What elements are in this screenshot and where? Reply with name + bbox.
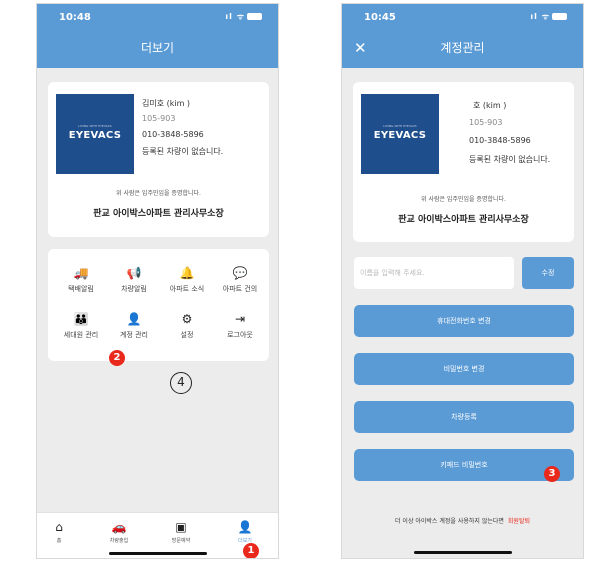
bell-icon: 🔔 [179,266,195,280]
user-icon: 👤 [237,520,253,534]
management-office: 판교 아이박스아파트 관리사무소장 [93,209,224,219]
bottom-tab-bar: ⌂ 홈 🚗 차량출입 ▣ 방문예약 👤 더보기 1 [37,512,278,558]
resident-name: 김미호 (kim ) [142,99,191,108]
menu-vehicle-alert[interactable]: 📢 차량알림 [109,265,159,294]
status-bar: 10:48 ıl ᯤ [37,4,278,28]
gear-icon: ⚙ [181,312,193,326]
tab-more[interactable]: 👤 더보기 [223,519,267,544]
menu-apartment-suggestion[interactable]: 💬 아파트 건의 [215,265,265,294]
menu-household-members[interactable]: 👪 세대원 관리 [56,311,106,340]
home-indicator [109,552,207,555]
home-indicator [414,551,512,554]
vehicle-status: 등록된 차량이 없습니다. [142,147,224,156]
battery-icon [552,13,567,20]
home-icon: ⌂ [55,520,63,534]
change-password-button[interactable]: 비밀번호 변경 [354,353,574,385]
resident-phone: 010-3848-5896 [142,130,204,139]
resident-unit: 105-903 [142,114,176,123]
withdraw-link[interactable]: 회원탈퇴 [508,518,530,525]
menu-settings[interactable]: ⚙ 설정 [162,311,212,340]
resident-id-card: LIVING WITH EYEVACS EYEVACS 김미호 (kim ) 1… [48,82,269,237]
resident-phone: 010-3848-5896 [469,136,531,145]
menu-delivery-alert[interactable]: 🚚 택배알림 [56,265,106,294]
user-gear-icon: 👤 [126,312,142,326]
calendar-icon: ▣ [175,520,187,534]
step-marker-2: 2 [109,350,125,366]
nav-bar: ✕ 계정관리 [342,28,583,68]
signal-wifi-icon: ıl ᯤ [225,11,262,22]
step-marker-4: 4 [170,372,192,394]
phone-more-screen: 10:48 ıl ᯤ 더보기 LIVING WITH EYEVACS EYEVA… [36,3,279,559]
step-marker-3: 3 [544,466,560,482]
step-marker-1: 1 [243,543,259,558]
status-time: 10:48 [59,12,91,23]
name-input-wrapper [354,257,514,289]
tab-vehicle-access[interactable]: 🚗 차량출입 [97,519,141,544]
eyevacs-logo: LIVING WITH EYEVACS EYEVACS [361,94,439,174]
family-icon: 👪 [73,312,89,326]
resident-name: 호 (kim ) [473,101,507,110]
battery-icon [247,13,262,20]
close-icon[interactable]: ✕ [354,28,367,68]
eyevacs-logo: LIVING WITH EYEVACS EYEVACS [56,94,134,174]
phone-account-screen: 10:45 ıl ᯤ ✕ 계정관리 LIVING WITH EYEVACS EY… [341,3,584,559]
resident-id-card: LIVING WITH EYEVACS EYEVACS 호 (kim ) 105… [353,82,574,242]
resident-certification-note: 위 사람은 입주민임을 증명합니다. [421,196,506,203]
logout-icon: ⇥ [234,312,246,326]
nav-bar: 더보기 [37,28,278,68]
menu-apartment-news[interactable]: 🔔 아파트 소식 [162,265,212,294]
status-bar: 10:45 ıl ᯤ [342,4,583,28]
megaphone-icon: 📢 [126,266,142,280]
menu-logout[interactable]: ⇥ 로그아웃 [215,311,265,340]
signal-wifi-icon: ıl ᯤ [530,11,567,22]
withdraw-text: 더 이상 아이박스 계정을 사용하지 않는다면 [395,518,504,525]
edit-name-button[interactable]: 수정 [522,257,574,289]
change-phone-button[interactable]: 휴대전화번호 변경 [354,305,574,337]
truck-icon: 🚚 [73,266,89,280]
register-vehicle-button[interactable]: 차량등록 [354,401,574,433]
resident-unit: 105-903 [469,118,503,127]
keypad-password-button[interactable]: 키패드 비밀번호 [354,449,574,481]
name-input[interactable] [354,257,514,289]
status-time: 10:45 [364,12,396,23]
page-title: 계정관리 [440,41,485,55]
tab-visit-reservation[interactable]: ▣ 방문예약 [159,519,203,544]
page-title: 더보기 [140,41,175,55]
menu-grid: 🚚 택배알림 📢 차량알림 🔔 아파트 소식 💬 아파트 건의 👪 세대원 관리… [48,249,269,361]
management-office: 판교 아이박스아파트 관리사무소장 [398,215,529,225]
tab-home[interactable]: ⌂ 홈 [37,519,81,544]
menu-account-management[interactable]: 👤 계정 관리 [109,311,159,340]
withdraw-row: 더 이상 아이박스 계정을 사용하지 않는다면 회원탈퇴 [342,516,583,525]
chat-icon: 💬 [232,266,248,280]
resident-certification-note: 위 사람은 입주민임을 증명합니다. [116,190,201,197]
vehicle-status: 등록된 차량이 없습니다. [469,155,551,164]
car-icon: 🚗 [111,520,127,534]
